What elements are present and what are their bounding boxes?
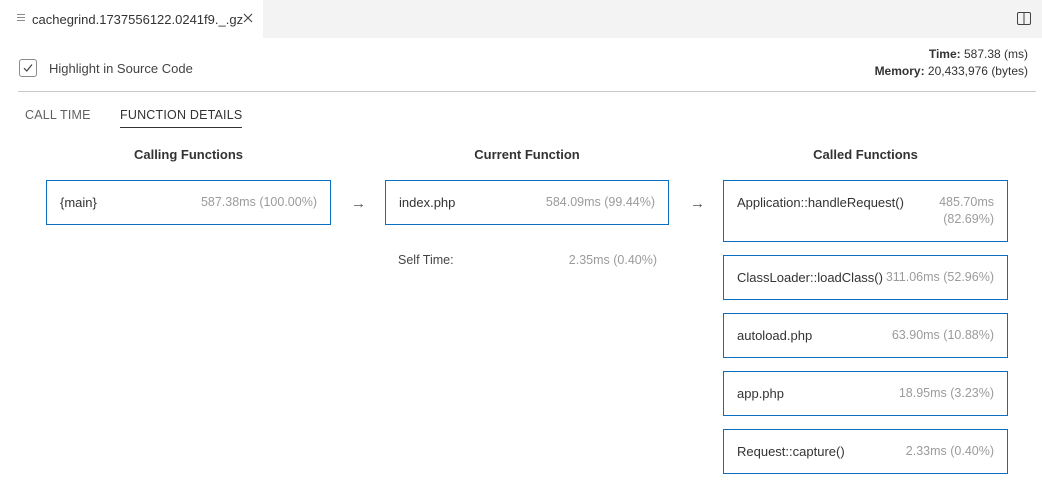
calling-functions-title: Calling Functions <box>133 147 244 162</box>
called-function-item[interactable]: autoload.php 63.90ms (10.88%) <box>723 313 1008 358</box>
function-name: ClassLoader::loadClass() <box>737 270 883 285</box>
function-time: 587.38ms (100.00%) <box>200 195 317 209</box>
function-time: 485.70ms (82.69%) <box>939 195 994 226</box>
file-lines-icon <box>17 14 25 22</box>
function-time: 584.09ms (99.44%) <box>545 195 655 209</box>
function-time: 2.33ms (0.40%) <box>905 444 994 458</box>
arrow-right-icon: → <box>351 195 366 212</box>
called-function-item[interactable]: Application::handleRequest() 485.70ms (8… <box>723 180 1008 242</box>
function-name: autoload.php <box>737 328 813 343</box>
self-time-value: 2.35ms (0.40%) <box>568 253 657 267</box>
tab-title: cachegrind.1737556122.0241f9._.gz <box>32 12 244 27</box>
editor-tab[interactable]: cachegrind.1737556122.0241f9._.gz <box>0 0 263 38</box>
highlight-source-toggle[interactable]: Highlight in Source Code <box>19 57 193 79</box>
profile-stats: Time: 587.38 (ms) Memory: 20,433,976 (by… <box>875 46 1028 80</box>
tab-call-time[interactable]: CALL TIME <box>25 108 91 122</box>
calling-function-main[interactable]: {main} 587.38ms (100.00%) <box>46 180 331 225</box>
function-time: 311.06ms (52.96%) <box>885 270 994 284</box>
function-time: 18.95ms (3.23%) <box>898 386 994 400</box>
highlight-checkbox[interactable] <box>19 59 37 77</box>
function-name: {main} <box>60 195 97 210</box>
split-editor-icon[interactable] <box>1017 12 1032 26</box>
called-function-item[interactable]: Request::capture() 2.33ms (0.40%) <box>723 429 1008 474</box>
close-icon[interactable] <box>240 10 256 26</box>
called-functions-title: Called Functions <box>813 147 918 162</box>
tab-function-details[interactable]: FUNCTION DETAILS <box>120 108 243 128</box>
current-function[interactable]: index.php 584.09ms (99.44%) <box>385 180 669 225</box>
function-name: index.php <box>399 195 456 210</box>
time-stat: Time: 587.38 (ms) <box>928 47 1028 61</box>
editor-tab-bar: cachegrind.1737556122.0241f9._.gz <box>0 0 1042 38</box>
called-function-item[interactable]: ClassLoader::loadClass() 311.06ms (52.96… <box>723 255 1008 300</box>
memory-stat: Memory: 20,433,976 (bytes) <box>874 64 1028 78</box>
function-name: Request::capture() <box>737 444 845 459</box>
arrow-right-icon: → <box>690 195 705 212</box>
called-function-item[interactable]: app.php 18.95ms (3.23%) <box>723 371 1008 416</box>
function-name: app.php <box>737 386 784 401</box>
highlight-label: Highlight in Source Code <box>49 60 193 76</box>
function-name: Application::handleRequest() <box>737 195 904 210</box>
function-time: 63.90ms (10.88%) <box>891 328 994 342</box>
current-function-title: Current Function <box>474 147 580 162</box>
checkmark-icon <box>23 64 33 72</box>
divider <box>18 91 1036 92</box>
self-time-label: Self Time: <box>398 253 454 267</box>
